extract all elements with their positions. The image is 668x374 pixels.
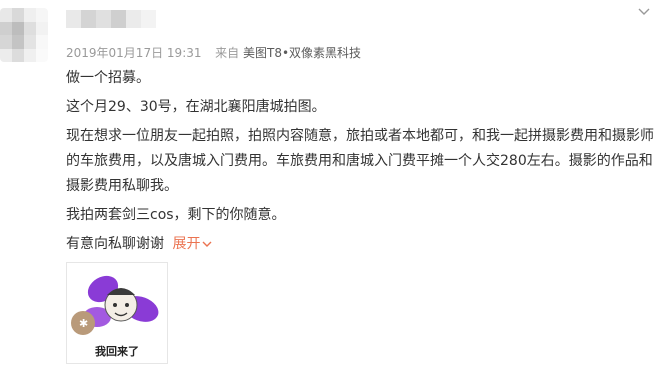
paragraph-last: 有意向私聊谢谢 展开	[66, 232, 656, 257]
last-line-text: 有意向私聊谢谢	[66, 236, 164, 252]
chevron-down-icon	[638, 8, 650, 15]
client-name[interactable]: 美图T8•双像素黑科技	[243, 46, 361, 60]
meme-sticker-icon: ✱	[71, 275, 159, 335]
image-caption: 我回来了	[95, 345, 139, 358]
post-image-thumbnail[interactable]: ✱ 我回来了	[66, 262, 168, 364]
expand-label: 展开	[172, 236, 201, 252]
avatar[interactable]	[0, 8, 48, 62]
post-date[interactable]: 2019年01月17日	[66, 46, 163, 60]
paragraph: 现在想求一位朋友一起拍照，拍照内容随意，旅拍或者本地都可，和我一起拼摄影费用和摄…	[66, 128, 654, 194]
username-blurred[interactable]	[66, 10, 156, 28]
post-meta: 2019年01月17日 19:31 来自 美图T8•双像素黑科技	[66, 44, 361, 61]
svg-text:✱: ✱	[79, 317, 88, 330]
post-time[interactable]: 19:31	[167, 46, 202, 60]
chevron-down-icon	[202, 241, 212, 247]
expand-link[interactable]: 展开	[172, 232, 212, 257]
paragraph: 我拍两套剑三cos，剩下的你随意。	[66, 207, 286, 223]
via-label: 来自	[215, 46, 240, 60]
post-body: 做一个招募。 这个月29、30号，在湖北襄阳唐城拍图。 现在想求一位朋友一起拍照…	[66, 66, 656, 261]
more-options-button[interactable]	[636, 6, 652, 18]
paragraph: 这个月29、30号，在湖北襄阳唐城拍图。	[66, 99, 326, 115]
weibo-post: 2019年01月17日 19:31 来自 美图T8•双像素黑科技 做一个招募。 …	[0, 0, 668, 374]
paragraph: 做一个招募。	[66, 70, 150, 86]
